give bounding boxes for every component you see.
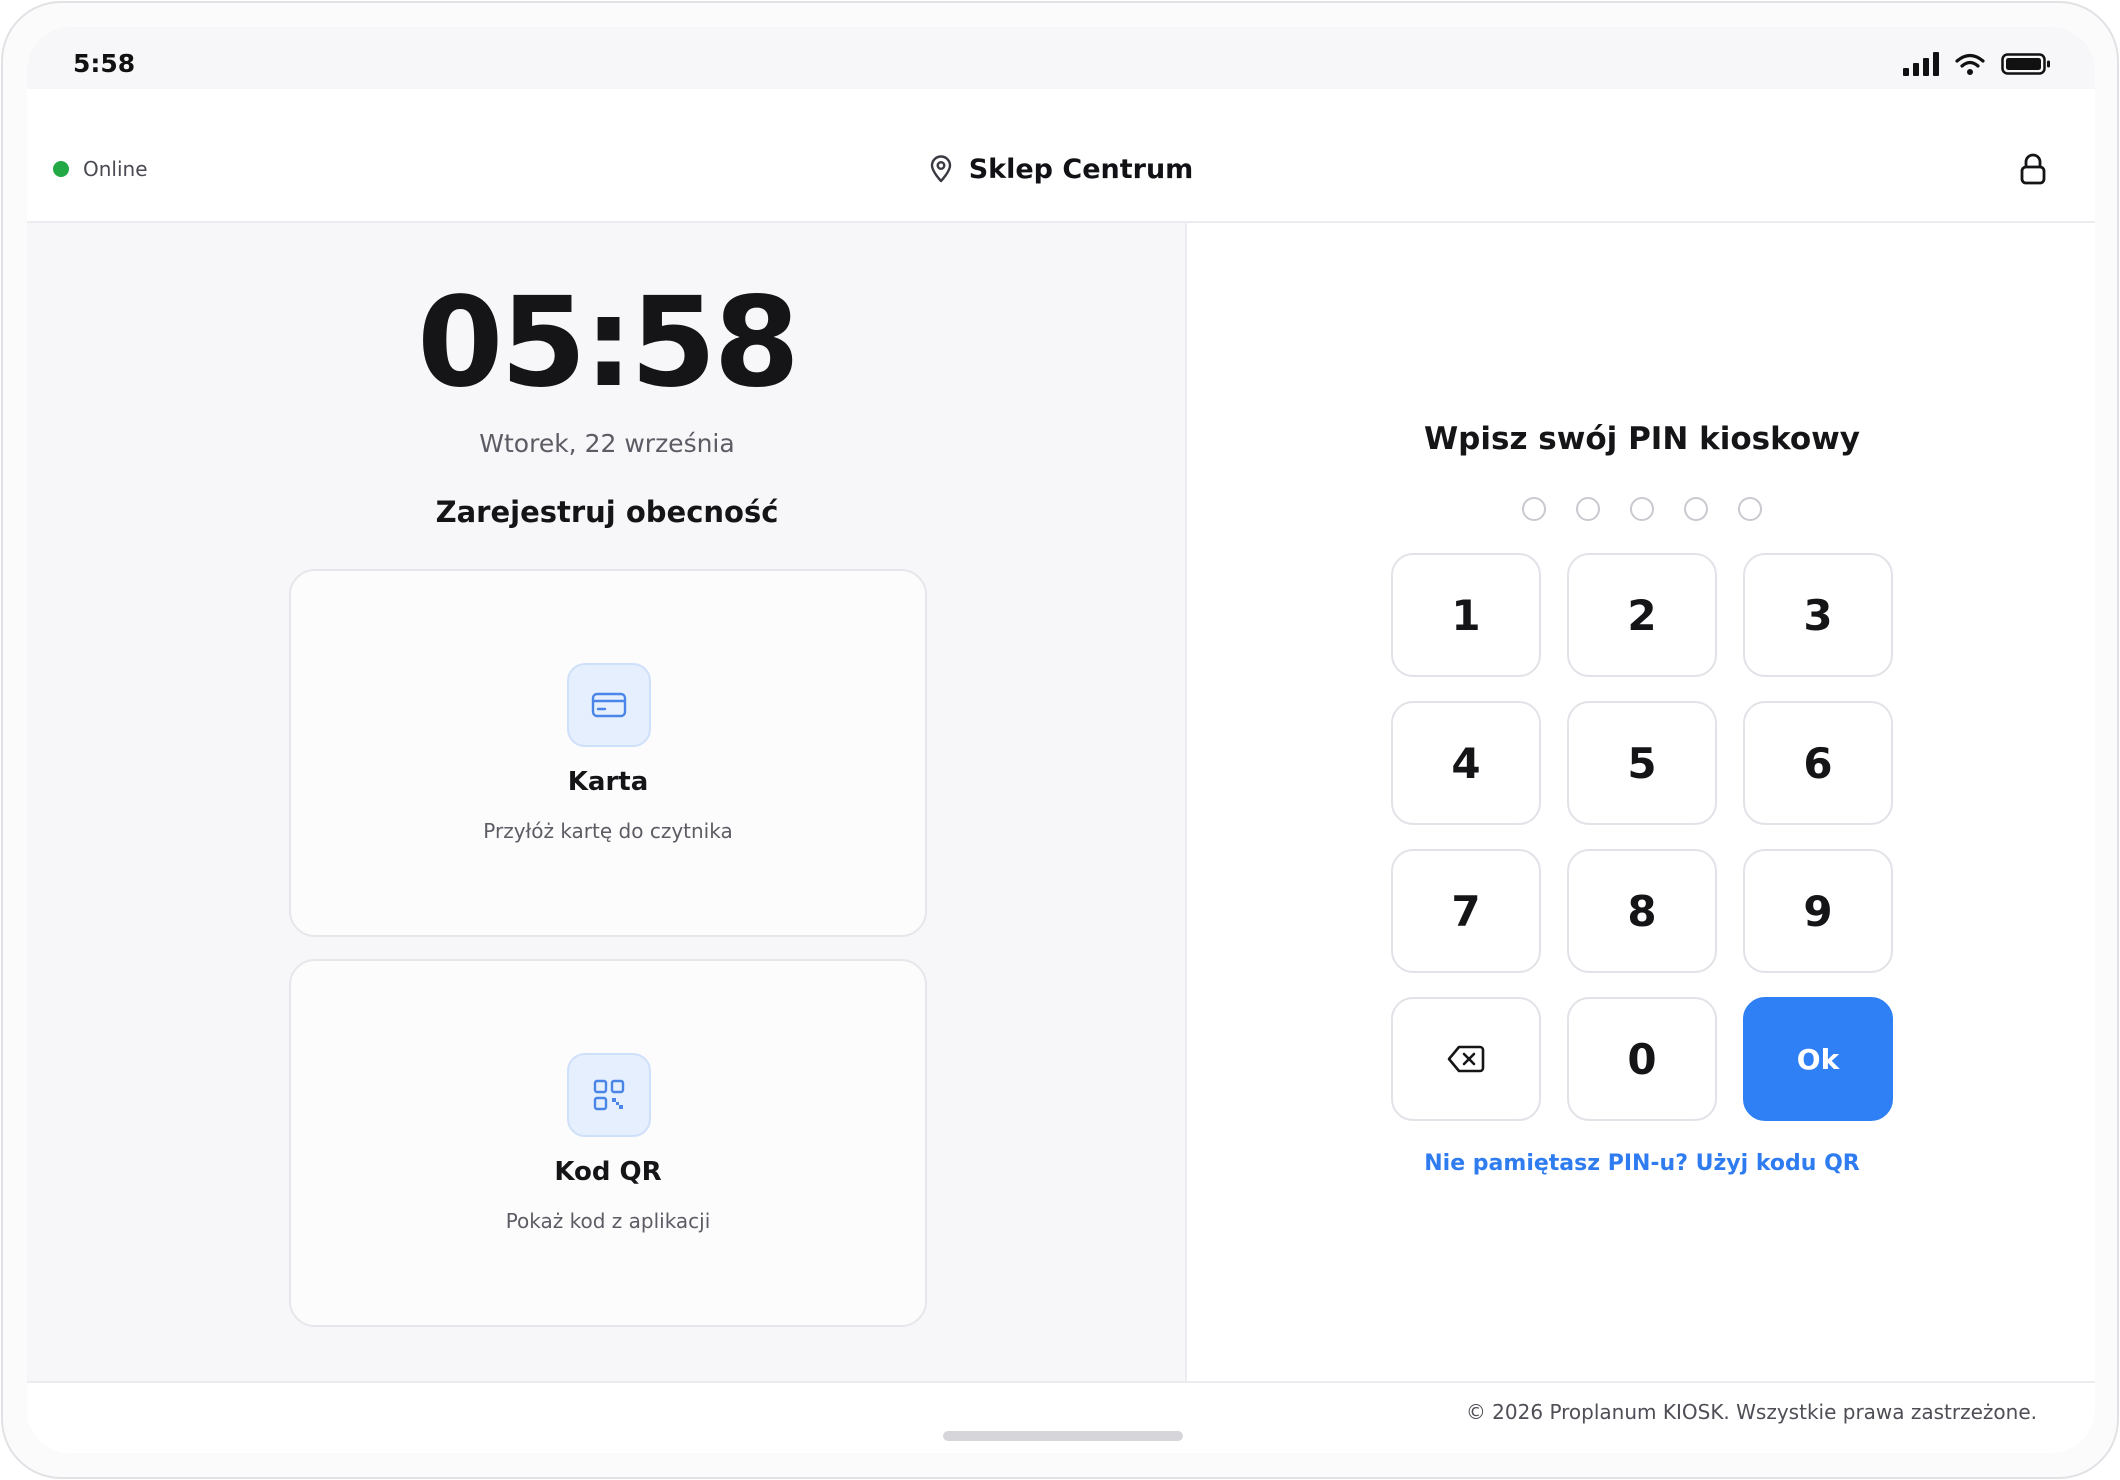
ok-button[interactable]: Ok bbox=[1743, 997, 1893, 1121]
copyright-text: © 2026 Proplanum KIOSK. Wszystkie prawa … bbox=[1465, 1400, 2037, 1424]
credit-card-icon bbox=[591, 692, 627, 718]
wifi-icon bbox=[1955, 53, 1985, 75]
pin-dot bbox=[1738, 497, 1762, 521]
pin-indicator bbox=[1189, 497, 2095, 521]
backspace-button[interactable] bbox=[1391, 997, 1541, 1121]
pin-dot bbox=[1522, 497, 1546, 521]
home-indicator[interactable] bbox=[943, 1431, 1183, 1441]
card-option[interactable]: Karta Przyłóż kartę do czytnika bbox=[289, 569, 927, 937]
store-name: Sklep Centrum bbox=[968, 153, 1194, 185]
backspace-icon bbox=[1447, 1045, 1485, 1073]
pin-dot bbox=[1684, 497, 1708, 521]
qr-option-title: Kod QR bbox=[554, 1157, 662, 1187]
tablet-frame: 5:58 Online Sklep Centrum 05:58 Wtorek, … bbox=[1, 1, 2119, 1479]
pin-panel: Wpisz swój PIN kioskowy 1 2 3 4 5 6 7 8 … bbox=[1189, 223, 2095, 1381]
key-5[interactable]: 5 bbox=[1567, 701, 1717, 825]
key-8[interactable]: 8 bbox=[1567, 849, 1717, 973]
key-7[interactable]: 7 bbox=[1391, 849, 1541, 973]
qr-option-subtitle: Pokaż kod z aplikacji bbox=[505, 1209, 711, 1233]
key-2[interactable]: 2 bbox=[1567, 553, 1717, 677]
card-option-subtitle: Przyłóż kartę do czytnika bbox=[483, 819, 733, 843]
status-bar: 5:58 bbox=[27, 27, 2095, 89]
key-1[interactable]: 1 bbox=[1391, 553, 1541, 677]
key-3[interactable]: 3 bbox=[1743, 553, 1893, 677]
lock-button[interactable] bbox=[2015, 151, 2051, 187]
kiosk-footer: © 2026 Proplanum KIOSK. Wszystkie prawa … bbox=[27, 1381, 2095, 1453]
key-6[interactable]: 6 bbox=[1743, 701, 1893, 825]
attendance-heading: Zarejestruj obecność bbox=[435, 495, 779, 529]
store-location: Sklep Centrum bbox=[27, 151, 2095, 187]
card-option-title: Karta bbox=[567, 767, 649, 797]
status-icons bbox=[1903, 51, 2051, 77]
pin-title: Wpisz swój PIN kioskowy bbox=[1423, 421, 1860, 457]
map-pin-icon bbox=[930, 155, 951, 183]
lock-icon bbox=[2020, 153, 2046, 185]
key-0[interactable]: 0 bbox=[1567, 997, 1717, 1121]
pin-dot bbox=[1630, 497, 1654, 521]
current-clock: 05:58 bbox=[417, 271, 800, 415]
status-time: 5:58 bbox=[73, 49, 136, 78]
key-9[interactable]: 9 bbox=[1743, 849, 1893, 973]
qr-code-icon bbox=[593, 1079, 625, 1111]
qr-code-option[interactable]: Kod QR Pokaż kod z aplikacji bbox=[289, 959, 927, 1327]
key-4[interactable]: 4 bbox=[1391, 701, 1541, 825]
credit-card-icon-tile bbox=[567, 663, 651, 747]
attendance-panel: 05:58 Wtorek, 22 września Zarejestruj ob… bbox=[27, 223, 1187, 1381]
qr-code-icon-tile bbox=[567, 1053, 651, 1137]
kiosk-header: Online Sklep Centrum bbox=[27, 89, 2095, 223]
pin-keypad: 1 2 3 4 5 6 7 8 9 0 Ok bbox=[1391, 553, 1895, 1121]
battery-icon bbox=[2001, 53, 2050, 75]
forgot-pin-link[interactable]: Nie pamiętasz PIN-u? Użyj kodu QR bbox=[1189, 1151, 2095, 1176]
current-date: Wtorek, 22 września bbox=[479, 429, 735, 458]
kiosk-screen: 5:58 Online Sklep Centrum 05:58 Wtorek, … bbox=[27, 27, 2095, 1453]
cellular-signal-icon bbox=[1903, 52, 1939, 76]
pin-dot bbox=[1576, 497, 1600, 521]
